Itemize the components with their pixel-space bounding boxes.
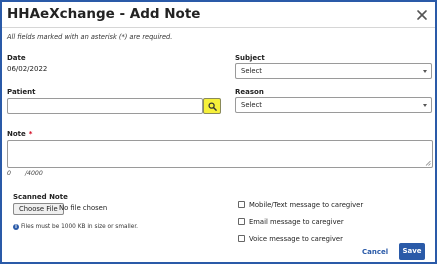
date-value: 06/02/2022	[7, 65, 48, 73]
email-checkbox[interactable]	[238, 218, 245, 225]
option-label: Mobile/Text message to caregiver	[249, 200, 364, 209]
dialog-header: HHAeXchange - Add Note	[2, 2, 435, 28]
chevron-down-icon	[423, 70, 427, 73]
patient-input[interactable]	[7, 98, 203, 114]
file-size-hint: i Files must be 1000 KB in size or smalle…	[13, 216, 138, 235]
date-label: Date	[7, 54, 26, 62]
note-char-max: /4000	[24, 170, 43, 177]
chevron-down-icon	[423, 104, 427, 107]
patient-search-button[interactable]	[203, 98, 221, 114]
reason-label: Reason	[235, 88, 264, 96]
save-button[interactable]: Save	[399, 243, 425, 260]
note-label-text: Note	[7, 130, 26, 138]
file-status-text: No file chosen	[59, 204, 108, 212]
note-char-counter: 0/4000	[7, 170, 43, 177]
note-textarea[interactable]	[7, 140, 433, 168]
search-icon	[208, 102, 217, 111]
voice-checkbox[interactable]	[238, 235, 245, 242]
patient-label: Patient	[7, 88, 36, 96]
subject-label: Subject	[235, 54, 265, 62]
cancel-button[interactable]: Cancel	[362, 248, 388, 256]
mobile-text-checkbox[interactable]	[238, 201, 245, 208]
option-voice[interactable]: Voice message to caregiver	[238, 228, 343, 247]
resize-handle-icon[interactable]	[425, 160, 431, 166]
required-fields-notice: All fields marked with an asterisk (*) a…	[7, 33, 173, 41]
option-label: Email message to caregiver	[249, 217, 344, 226]
add-note-dialog: HHAeXchange - Add Note All fields marked…	[0, 0, 437, 264]
subject-selected-value: Select	[241, 67, 262, 75]
reason-select[interactable]: Select	[235, 97, 432, 113]
note-char-count: 0	[7, 170, 11, 177]
required-asterisk: *	[28, 130, 33, 138]
reason-selected-value: Select	[241, 101, 262, 109]
info-icon: i	[13, 223, 19, 230]
scanned-note-label: Scanned Note	[13, 193, 68, 201]
option-label: Voice message to caregiver	[249, 234, 343, 243]
file-size-hint-text: Files must be 1000 KB in size or smaller…	[21, 223, 139, 230]
note-label: Note *	[7, 130, 32, 138]
close-button[interactable]	[415, 7, 429, 21]
close-icon	[417, 10, 427, 20]
subject-select[interactable]: Select	[235, 63, 432, 79]
choose-file-button[interactable]: Choose File	[13, 203, 64, 215]
dialog-title: HHAeXchange - Add Note	[7, 6, 201, 22]
